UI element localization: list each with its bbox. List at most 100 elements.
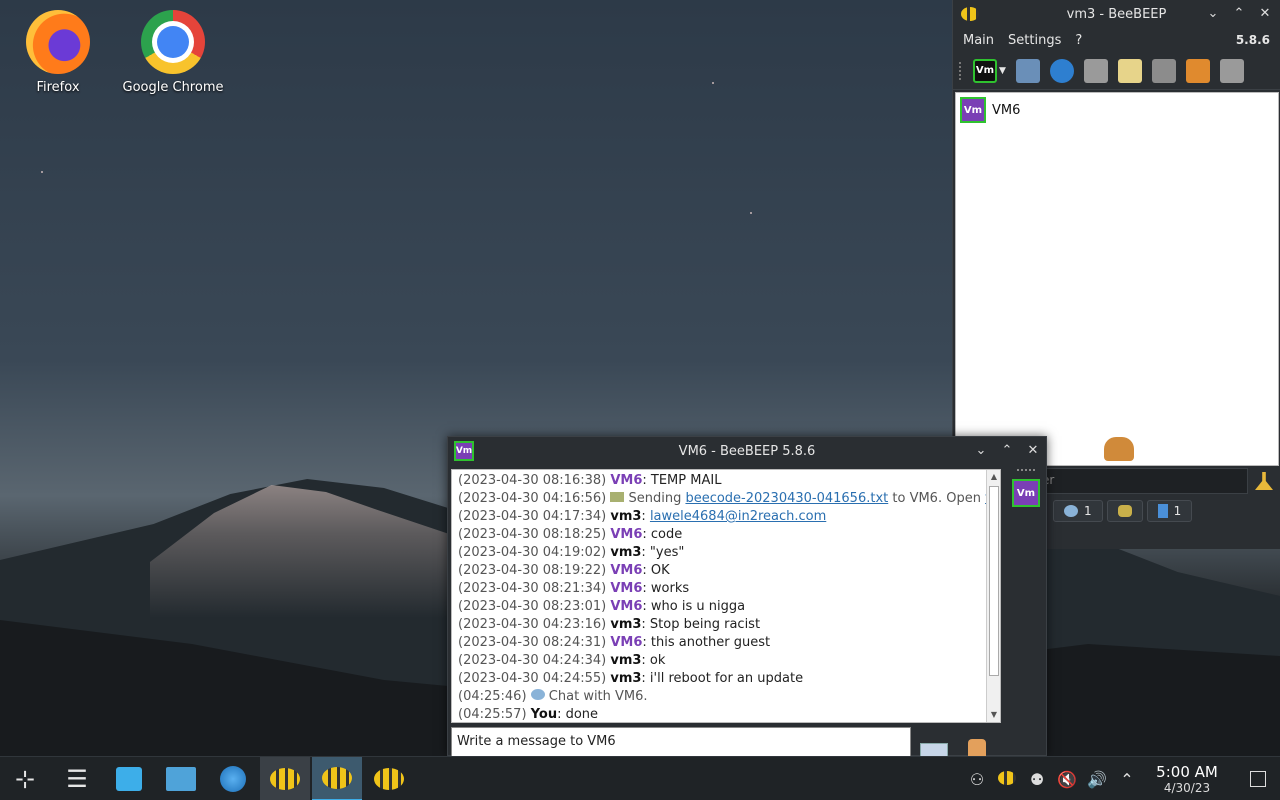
chat-icon xyxy=(1064,505,1078,517)
clock[interactable]: 5:00 AM 4/30/23 xyxy=(1148,763,1226,795)
home-icon[interactable] xyxy=(1083,58,1108,83)
minimize-button[interactable]: ⌄ xyxy=(1206,7,1220,21)
message-timestamp: (2023-04-30 08:23:01) xyxy=(458,599,611,614)
message-text: : Stop being racist xyxy=(641,617,761,632)
chats-count-button[interactable]: 1 xyxy=(1053,500,1103,522)
chat-log[interactable]: (2023-04-30 08:16:38) VM6: TEMP MAIL (202… xyxy=(451,469,1001,723)
menu-help[interactable]: ? xyxy=(1075,33,1082,48)
message-timestamp: (2023-04-30 04:17:34) xyxy=(458,509,611,524)
chat-message: (2023-04-30 08:21:34) VM6: works xyxy=(458,580,980,598)
volume-icon[interactable]: 🔊 xyxy=(1082,770,1112,789)
message-timestamp: (2023-04-30 08:21:34) xyxy=(458,581,611,596)
mute-icon[interactable]: 🔇 xyxy=(1052,770,1082,789)
clear-filter-icon[interactable] xyxy=(1255,472,1273,490)
menu-settings[interactable]: Settings xyxy=(1008,33,1061,48)
chevron-up-icon[interactable]: ⌃ xyxy=(1112,770,1142,789)
globe-icon xyxy=(220,765,246,792)
desktop-icon-firefox[interactable]: Firefox xyxy=(3,10,113,95)
files-count-button[interactable]: 1 xyxy=(1146,500,1193,522)
message-input[interactable]: Write a message to VM6 xyxy=(451,727,911,757)
message-sender: vm3 xyxy=(610,653,642,668)
clock-time: 5:00 AM xyxy=(1156,763,1218,781)
chat-message: (2023-04-30 04:19:02) vm3: "yes" xyxy=(458,544,980,562)
browser-button[interactable] xyxy=(208,757,258,800)
bee-icon xyxy=(374,767,404,790)
user-name: VM6 xyxy=(992,102,1021,118)
system-tray: ⚇ ⚉ 🔇 🔊 ⌃ 5:00 AM 4/30/23 xyxy=(962,757,1280,800)
share-files-icon[interactable] xyxy=(1185,58,1210,83)
groups-button[interactable] xyxy=(1106,500,1143,522)
system-message: Chat with VM6. xyxy=(544,689,648,704)
panel-grip-icon xyxy=(1017,469,1035,473)
message-text: : who is u nigga xyxy=(642,599,746,614)
message-timestamp: (2023-04-30 04:16:56) xyxy=(458,491,611,506)
wallpaper-snow-peak xyxy=(150,485,470,618)
taskbar-beebeep-2[interactable] xyxy=(312,756,362,800)
bee-icon xyxy=(270,767,300,790)
chat-window-titlebar[interactable]: Vm VM6 - BeeBEEP 5.8.6 ⌄ ⌃ ✕ xyxy=(448,437,1046,465)
discover-button[interactable] xyxy=(104,757,154,800)
my-status-button[interactable]: Vm xyxy=(973,58,997,83)
file-manager-button[interactable] xyxy=(156,757,206,800)
message-sender: vm3 xyxy=(610,509,642,524)
store-icon xyxy=(116,766,142,791)
message-sender: VM6 xyxy=(610,635,643,650)
version-label: 5.8.6 xyxy=(1235,33,1270,47)
file-icon xyxy=(1157,504,1168,518)
toolbar-grip-icon xyxy=(959,61,963,80)
emoticon-icon[interactable] xyxy=(968,739,986,757)
write-message-icon[interactable] xyxy=(1117,58,1142,83)
menu-main[interactable]: Main xyxy=(963,33,994,48)
chat-bubble-icon xyxy=(530,689,545,700)
scroll-down-icon[interactable]: ▼ xyxy=(987,708,1000,722)
message-sender: VM6 xyxy=(610,599,643,614)
contacts-icon[interactable]: ⚉ xyxy=(1022,770,1052,789)
clock-date: 4/30/23 xyxy=(1163,781,1211,795)
desktop-icon-chrome[interactable]: Google Chrome xyxy=(118,10,228,95)
scroll-thumb[interactable] xyxy=(989,486,999,676)
maximize-button[interactable]: ⌃ xyxy=(1232,7,1246,21)
chats-count: 1 xyxy=(1084,504,1092,518)
trash-icon[interactable] xyxy=(1219,58,1244,83)
file-link[interactable]: beecode-20230430-041656.txt xyxy=(685,491,888,506)
scroll-up-icon[interactable]: ▲ xyxy=(987,470,1000,484)
chat-message: (04:25:46) Chat with VM6. xyxy=(458,688,980,706)
message-text: Sending xyxy=(624,491,686,506)
avatar: Vm xyxy=(960,97,986,123)
taskbar-beebeep-1[interactable] xyxy=(260,756,310,800)
message-timestamp: (2023-04-30 04:19:02) xyxy=(458,545,611,560)
message-link[interactable]: lawele4684@in2reach.com xyxy=(650,509,826,524)
message-text: : this another guest xyxy=(642,635,771,650)
network-icon[interactable] xyxy=(1049,58,1074,83)
square-icon xyxy=(1250,771,1266,787)
wallpaper-star xyxy=(41,171,43,173)
chat-message: (2023-04-30 08:18:25) VM6: code xyxy=(458,526,980,544)
show-desktop-button[interactable] xyxy=(1236,757,1280,800)
close-button[interactable]: ✕ xyxy=(1026,444,1040,458)
task-manager-button[interactable]: ☰ xyxy=(52,757,102,800)
message-text: to VM6. Open xyxy=(888,491,986,506)
main-window-titlebar[interactable]: vm3 - BeeBEEP ⌄ ⌃ ✕ xyxy=(953,0,1280,28)
launcher-icon: ⊹ xyxy=(14,764,36,793)
vcard-icon[interactable] xyxy=(1015,58,1040,83)
plugins-icon[interactable] xyxy=(1151,58,1176,83)
minimize-button[interactable]: ⌄ xyxy=(974,444,988,458)
maximize-button[interactable]: ⌃ xyxy=(1000,444,1014,458)
taskbar-beebeep-3[interactable] xyxy=(364,757,414,800)
user-filter-input[interactable]: er xyxy=(1033,468,1248,494)
main-menubar: Main Settings ? 5.8.6 xyxy=(953,28,1280,52)
message-text: : OK xyxy=(642,563,670,578)
beebeep-tray-icon[interactable] xyxy=(992,770,1022,789)
app-launcher-button[interactable]: ⊹ xyxy=(0,757,50,800)
taskbar: ⊹ ☰ ⚇ ⚉ 🔇 🔊 ⌃ 5:00 AM 4/30/23 xyxy=(0,756,1280,800)
user-icon[interactable]: ⚇ xyxy=(962,770,992,789)
chevron-down-icon[interactable]: ▼ xyxy=(999,66,1006,76)
user-list-item[interactable]: Vm VM6 xyxy=(956,93,1278,127)
close-button[interactable]: ✕ xyxy=(1258,7,1272,21)
send-icon[interactable] xyxy=(920,743,948,757)
message-timestamp: (2023-04-30 08:18:25) xyxy=(458,527,611,542)
message-text: : ok xyxy=(641,653,666,668)
member-avatar[interactable]: Vm xyxy=(1012,479,1040,507)
chat-message: (2023-04-30 08:24:31) VM6: this another … xyxy=(458,634,980,652)
chat-scrollbar[interactable]: ▲ ▼ xyxy=(986,470,1000,722)
